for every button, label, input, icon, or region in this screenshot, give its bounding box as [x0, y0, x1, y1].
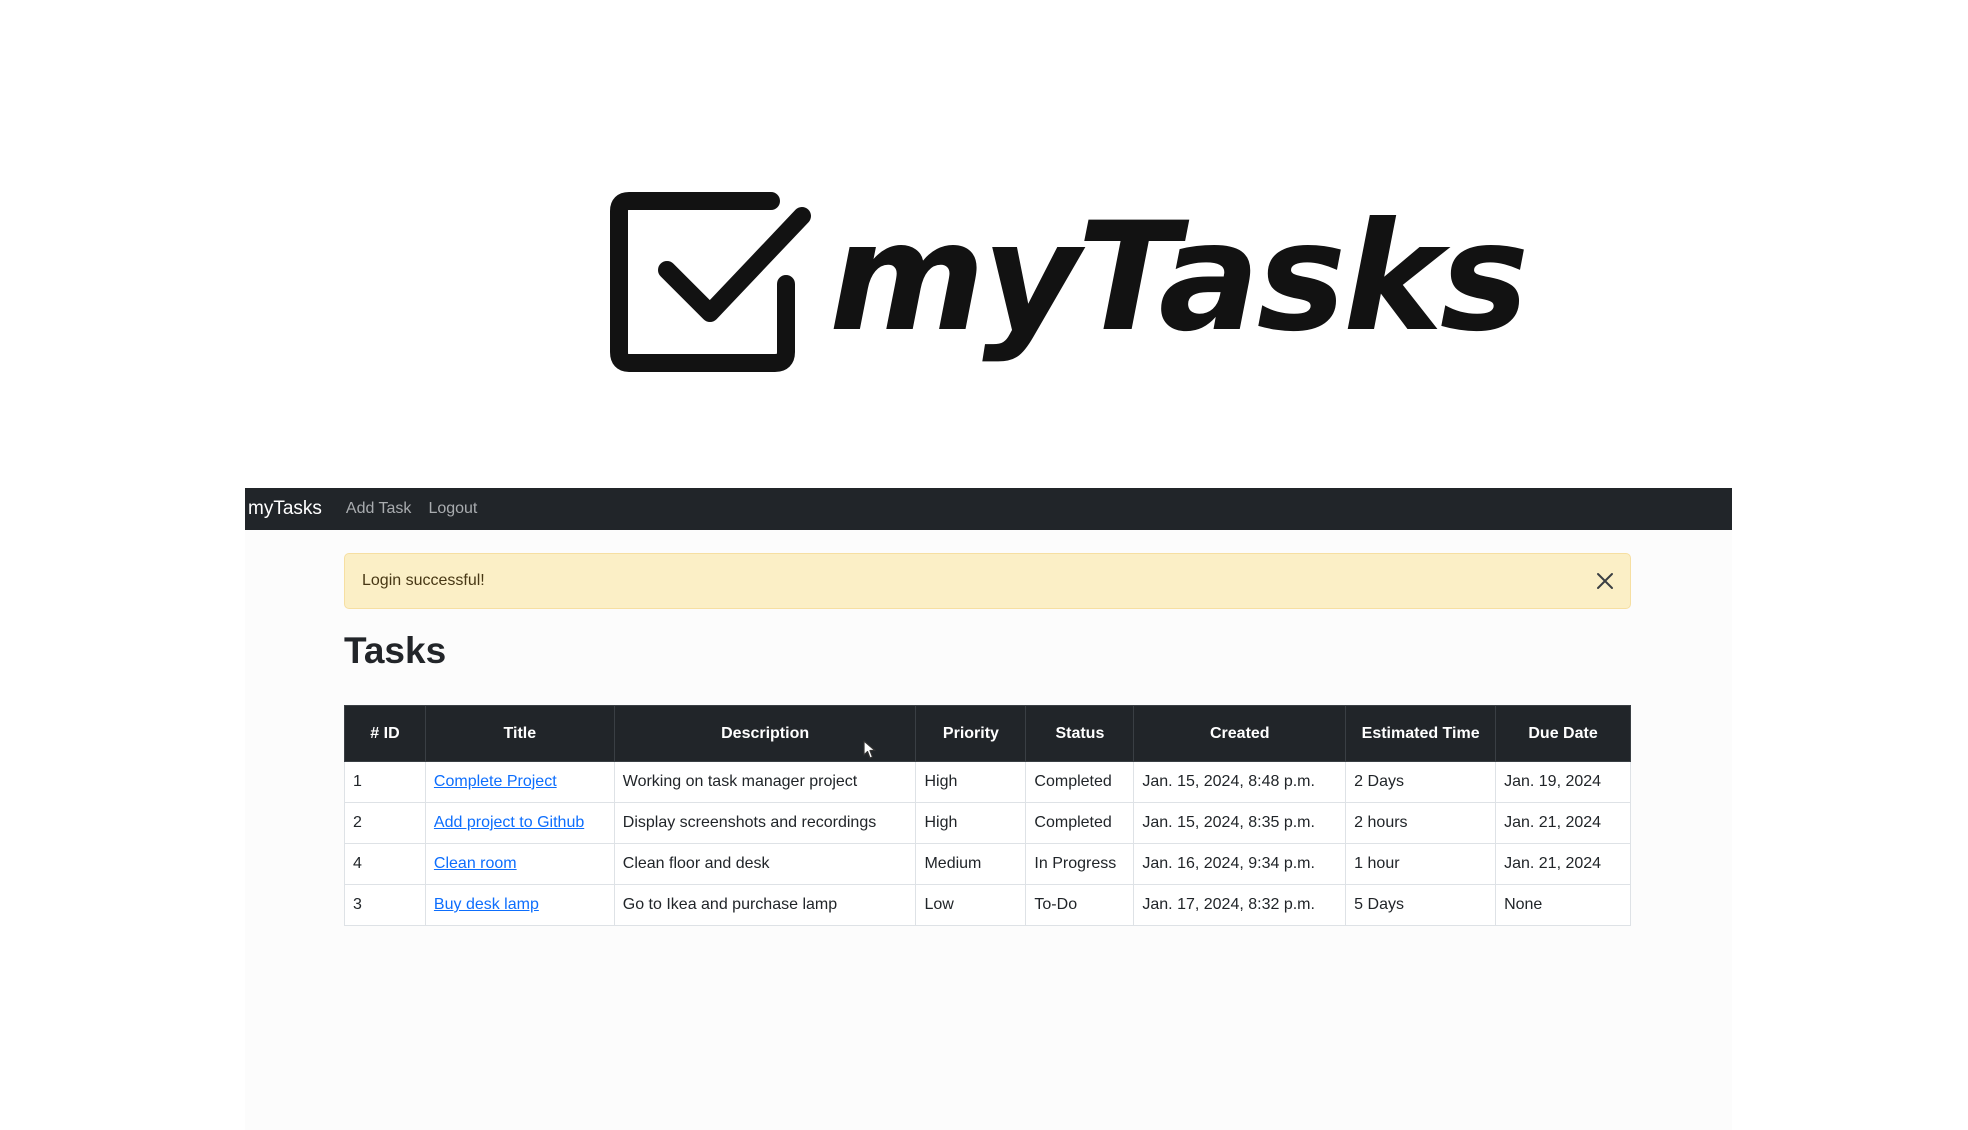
cell-id: 1: [344, 761, 426, 803]
cell-due-date: Jan. 21, 2024: [1495, 843, 1631, 885]
task-title-link[interactable]: Clean room: [434, 855, 517, 872]
mouse-cursor-icon: [863, 740, 876, 759]
task-title-link[interactable]: Complete Project: [434, 773, 557, 790]
page-title: Tasks: [344, 630, 447, 671]
cell-id: 3: [344, 884, 426, 926]
nav-link-add-task[interactable]: Add Task: [346, 500, 412, 518]
cell-priority: Low: [915, 884, 1027, 926]
header-estimated-time: Estimated Time: [1345, 705, 1497, 762]
table-row: 4 Clean room Clean floor and desk Medium…: [344, 843, 1631, 885]
navbar-brand[interactable]: myTasks: [248, 498, 322, 520]
table-row: 3 Buy desk lamp Go to Ikea and purchase …: [344, 884, 1631, 926]
cell-created: Jan. 17, 2024, 8:32 p.m.: [1133, 884, 1347, 926]
cell-created: Jan. 15, 2024, 8:48 p.m.: [1133, 761, 1347, 803]
task-title-link[interactable]: Add project to Github: [434, 814, 584, 831]
cell-due-date: None: [1495, 884, 1631, 926]
cell-priority: High: [915, 802, 1027, 844]
header-title: Title: [424, 705, 615, 762]
cell-priority: High: [915, 761, 1027, 803]
cell-status: Completed: [1025, 802, 1135, 844]
cell-created: Jan. 15, 2024, 8:35 p.m.: [1133, 802, 1347, 844]
cell-title: Buy desk lamp: [424, 884, 615, 926]
cell-created: Jan. 16, 2024, 9:34 p.m.: [1133, 843, 1347, 885]
header-status: Status: [1025, 705, 1135, 762]
cell-estimated-time: 2 hours: [1345, 802, 1497, 844]
nav-link-logout[interactable]: Logout: [428, 500, 477, 518]
cell-priority: Medium: [915, 843, 1027, 885]
cell-description: Go to Ikea and purchase lamp: [613, 884, 917, 926]
table-header-row: # ID Title Description Priority Status C…: [344, 705, 1631, 762]
logo-text: myTasks: [829, 191, 1529, 365]
table-row: 1 Complete Project Working on task manag…: [344, 761, 1631, 803]
cell-status: Completed: [1025, 761, 1135, 803]
cell-description: Display screenshots and recordings: [613, 802, 917, 844]
mytasks-logo: myTasks: [610, 191, 1529, 372]
cell-due-date: Jan. 19, 2024: [1495, 761, 1631, 803]
cell-title: Complete Project: [424, 761, 615, 803]
cell-description: Clean floor and desk: [613, 843, 917, 885]
header-created: Created: [1133, 705, 1347, 762]
cell-description: Working on task manager project: [613, 761, 917, 803]
cell-estimated-time: 2 Days: [1345, 761, 1497, 803]
header-priority: Priority: [915, 705, 1027, 762]
header-due-date: Due Date: [1495, 705, 1631, 762]
tasks-table: # ID Title Description Priority Status C…: [344, 705, 1631, 926]
cell-estimated-time: 5 Days: [1345, 884, 1497, 926]
header-id: # ID: [344, 705, 426, 762]
cell-due-date: Jan. 21, 2024: [1495, 802, 1631, 844]
cell-status: In Progress: [1025, 843, 1135, 885]
checkbox-check-icon: [610, 192, 811, 372]
cell-estimated-time: 1 hour: [1345, 843, 1497, 885]
cell-status: To-Do: [1025, 884, 1135, 926]
login-alert: Login successful!: [344, 553, 1631, 609]
alert-message: Login successful!: [362, 572, 485, 589]
cell-id: 2: [344, 802, 426, 844]
content-container: Login successful! Tasks # ID Title Descr…: [344, 553, 1631, 926]
navbar: myTasks Add Task Logout: [245, 488, 1732, 530]
app-window: myTasks Add Task Logout Login successful…: [245, 488, 1732, 1130]
cell-title: Clean room: [424, 843, 615, 885]
cell-id: 4: [344, 843, 426, 885]
cell-title: Add project to Github: [424, 802, 615, 844]
close-icon[interactable]: [1596, 572, 1614, 590]
table-row: 2 Add project to Github Display screensh…: [344, 802, 1631, 844]
task-title-link[interactable]: Buy desk lamp: [434, 896, 539, 913]
